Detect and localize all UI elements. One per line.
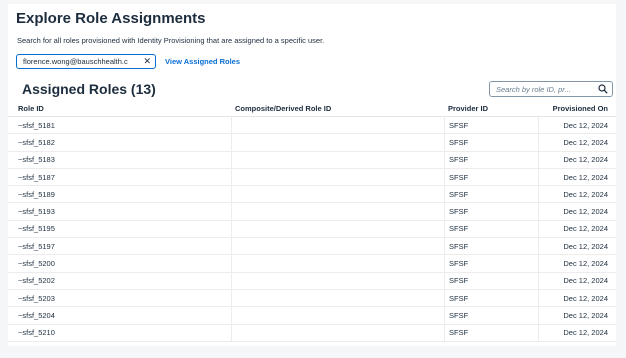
provider-id-cell: SFSF (444, 220, 538, 238)
role-id-cell: ~sfsf_5181 (18, 120, 55, 130)
provisioned-on-cell: Dec 12, 2024 (538, 117, 616, 134)
table-row[interactable]: ~sfsf_5182 SFSF Dec 12, 2024 (8, 134, 616, 152)
provider-id-cell: SFSF (444, 238, 538, 255)
table-row[interactable]: ~sfsf_5195 SFSF Dec 12, 2024 (8, 220, 616, 239)
view-assigned-roles-link[interactable]: View Assigned Roles (165, 57, 240, 66)
table-body: ~sfsf_5181 SFSF Dec 12, 2024 ~sfsf_5182 SFSF… (8, 117, 616, 342)
assigned-roles-table: Role ID Composite/Derived Role ID Provid… (8, 100, 616, 342)
user-token: florence.wong@bauschhealth.c (23, 57, 128, 66)
table-row[interactable]: ~sfsf_5183 SFSF Dec 12, 2024 (8, 151, 616, 169)
role-id-cell: ~sfsf_5187 (18, 172, 55, 182)
composite-role-id-cell (231, 238, 444, 255)
role-id-cell: ~sfsf_5195 (18, 224, 55, 234)
provider-id-cell: SFSF (444, 168, 538, 186)
provisioned-on-cell: Dec 12, 2024 (538, 134, 616, 151)
table-row[interactable]: ~sfsf_5197 SFSF Dec 12, 2024 (8, 238, 616, 256)
role-id-cell: ~sfsf_5182 (18, 137, 55, 147)
role-id-cell: ~sfsf_5210 (18, 328, 55, 338)
table-row[interactable]: ~sfsf_5210 SFSF Dec 12, 2024 (8, 324, 616, 342)
provisioned-on-cell: Dec 12, 2024 (538, 238, 616, 255)
table-row[interactable]: ~sfsf_5203 SFSF Dec 12, 2024 (8, 289, 616, 308)
role-id-cell: ~sfsf_5189 (18, 189, 55, 199)
column-header-role-id[interactable]: Role ID (8, 104, 231, 113)
provider-id-cell: SFSF (444, 186, 538, 203)
table-header: Role ID Composite/Derived Role ID Provid… (8, 100, 616, 117)
provisioned-on-cell: Dec 12, 2024 (538, 289, 616, 307)
role-id-cell: ~sfsf_5197 (18, 241, 55, 251)
provider-id-cell: SFSF (444, 134, 538, 151)
provider-id-cell: SFSF (444, 324, 538, 341)
column-header-provider-id[interactable]: Provider ID (444, 100, 538, 116)
provider-id-cell: SFSF (444, 307, 538, 324)
provider-id-cell: SFSF (444, 289, 538, 307)
column-header-provisioned-on[interactable]: Provisioned On (538, 100, 616, 116)
table-row[interactable]: ~sfsf_5204 SFSF Dec 12, 2024 (8, 307, 616, 325)
provisioned-on-cell: Dec 12, 2024 (538, 186, 616, 203)
table-row[interactable]: ~sfsf_5200 SFSF Dec 12, 2024 (8, 255, 616, 273)
composite-role-id-cell (231, 255, 444, 272)
provider-id-cell: SFSF (444, 151, 538, 168)
composite-role-id-cell (231, 289, 444, 307)
page-title: Explore Role Assignments (16, 10, 206, 27)
page-description: Search for all roles provisioned with Id… (17, 36, 325, 45)
composite-role-id-cell (231, 307, 444, 324)
composite-role-id-cell (231, 117, 444, 134)
provisioned-on-cell: Dec 12, 2024 (538, 220, 616, 238)
role-id-cell: ~sfsf_5203 (18, 293, 55, 303)
search-icon[interactable] (598, 84, 608, 94)
composite-role-id-cell (231, 186, 444, 203)
composite-role-id-cell (231, 220, 444, 238)
role-id-cell: ~sfsf_5204 (18, 310, 55, 320)
role-id-cell: ~sfsf_5193 (18, 207, 55, 217)
provisioned-on-cell: Dec 12, 2024 (538, 203, 616, 220)
composite-role-id-cell (231, 324, 444, 341)
role-id-cell: ~sfsf_5183 (18, 155, 55, 165)
table-row[interactable]: ~sfsf_5189 SFSF Dec 12, 2024 (8, 186, 616, 204)
composite-role-id-cell (231, 134, 444, 151)
provisioned-on-cell: Dec 12, 2024 (538, 272, 616, 289)
table-row[interactable]: ~sfsf_5187 SFSF Dec 12, 2024 (8, 168, 616, 187)
provider-id-cell: SFSF (444, 272, 538, 289)
role-id-cell: ~sfsf_5202 (18, 276, 55, 286)
search-placeholder: Search by role ID, pr... (496, 84, 571, 94)
provisioned-on-cell: Dec 12, 2024 (538, 324, 616, 341)
table-row[interactable]: ~sfsf_5193 SFSF Dec 12, 2024 (8, 203, 616, 221)
role-assignments-panel: Explore Role Assignments Search for all … (8, 4, 616, 346)
close-icon[interactable]: ✕ (143, 57, 151, 66)
table-row[interactable]: ~sfsf_5202 SFSF Dec 12, 2024 (8, 272, 616, 290)
table-title: Assigned Roles (13) (22, 81, 156, 97)
composite-role-id-cell (231, 151, 444, 168)
provisioned-on-cell: Dec 12, 2024 (538, 255, 616, 272)
provider-id-cell: SFSF (444, 117, 538, 134)
composite-role-id-cell (231, 168, 444, 186)
provisioned-on-cell: Dec 12, 2024 (538, 168, 616, 186)
user-token-input[interactable]: florence.wong@bauschhealth.c ✕ (16, 54, 156, 69)
composite-role-id-cell (231, 272, 444, 289)
provisioned-on-cell: Dec 12, 2024 (538, 307, 616, 324)
table-row[interactable]: ~sfsf_5181 SFSF Dec 12, 2024 (8, 117, 616, 135)
provisioned-on-cell: Dec 12, 2024 (538, 151, 616, 168)
provider-id-cell: SFSF (444, 203, 538, 220)
column-header-composite-role-id[interactable]: Composite/Derived Role ID (231, 100, 444, 116)
search-input[interactable]: Search by role ID, pr... (489, 81, 613, 97)
role-id-cell: ~sfsf_5200 (18, 259, 55, 269)
provider-id-cell: SFSF (444, 255, 538, 272)
composite-role-id-cell (231, 203, 444, 220)
